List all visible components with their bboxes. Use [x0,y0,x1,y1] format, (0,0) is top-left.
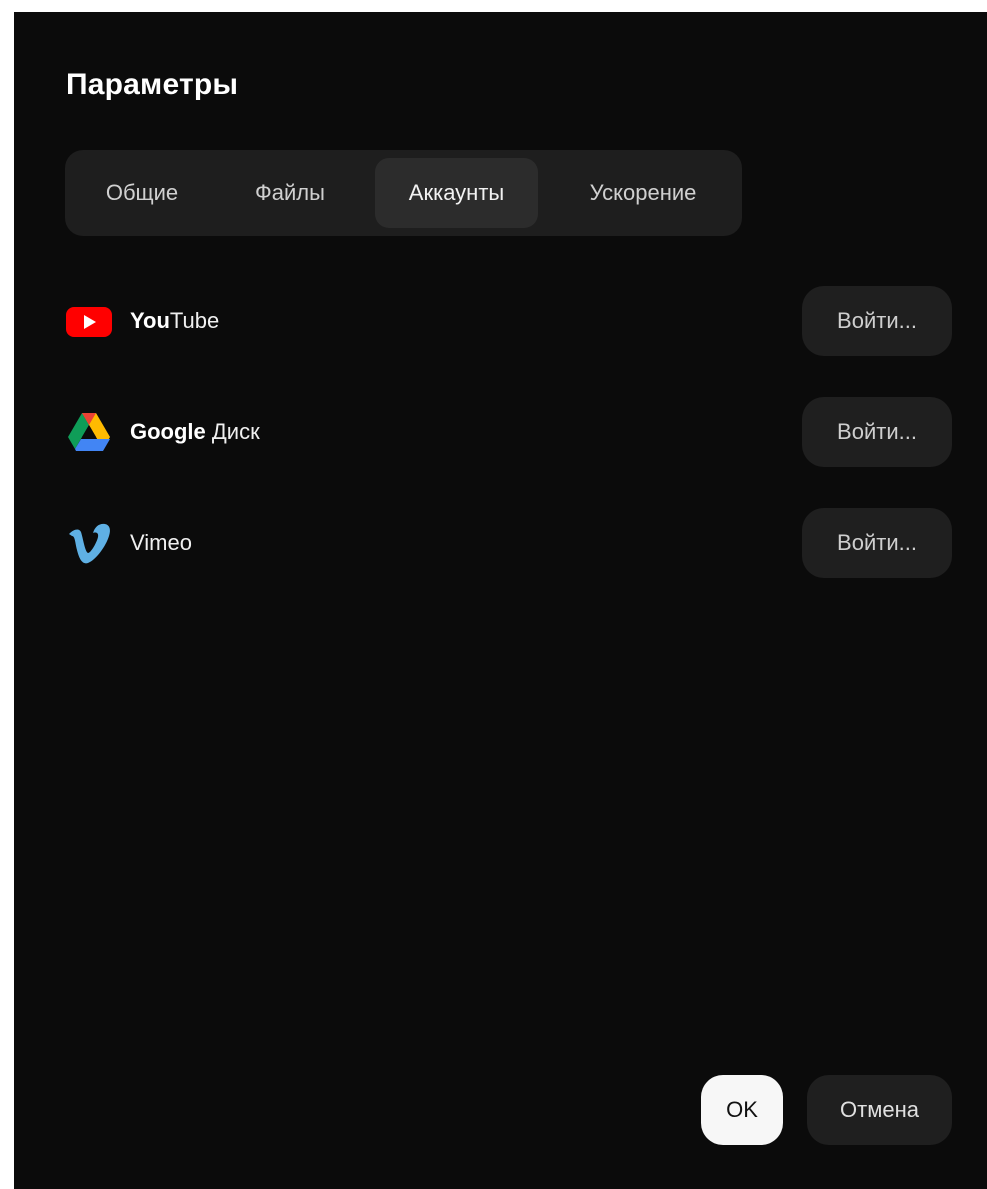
vimeo-login-button[interactable]: Войти... [802,508,952,578]
dialog-title: Параметры [66,68,239,101]
tab-accounts[interactable]: Аккаунты [375,158,538,228]
settings-dialog: Параметры Общие Файлы Аккаунты Ускорение… [14,12,987,1189]
account-name: Vimeo [130,530,192,555]
google-drive-login-button[interactable]: Войти... [802,397,952,467]
tab-bar: Общие Файлы Аккаунты Ускорение [65,150,742,236]
cancel-button[interactable]: Отмена [807,1075,952,1145]
youtube-icon [66,298,112,344]
tab-general[interactable]: Общие [77,158,207,228]
tab-files[interactable]: Файлы [225,158,355,228]
youtube-login-button[interactable]: Войти... [802,286,952,356]
account-row-vimeo: Vimeo Войти... [66,508,952,578]
ok-button[interactable]: OK [701,1075,783,1145]
account-name: Google Диск [130,419,260,444]
vimeo-icon [66,520,112,566]
account-row-youtube: YouTube Войти... [66,286,952,356]
tab-acceleration[interactable]: Ускорение [558,158,728,228]
account-name: YouTube [130,308,220,333]
account-row-google-drive: Google Диск Войти... [66,397,952,467]
google-drive-icon [66,409,112,455]
